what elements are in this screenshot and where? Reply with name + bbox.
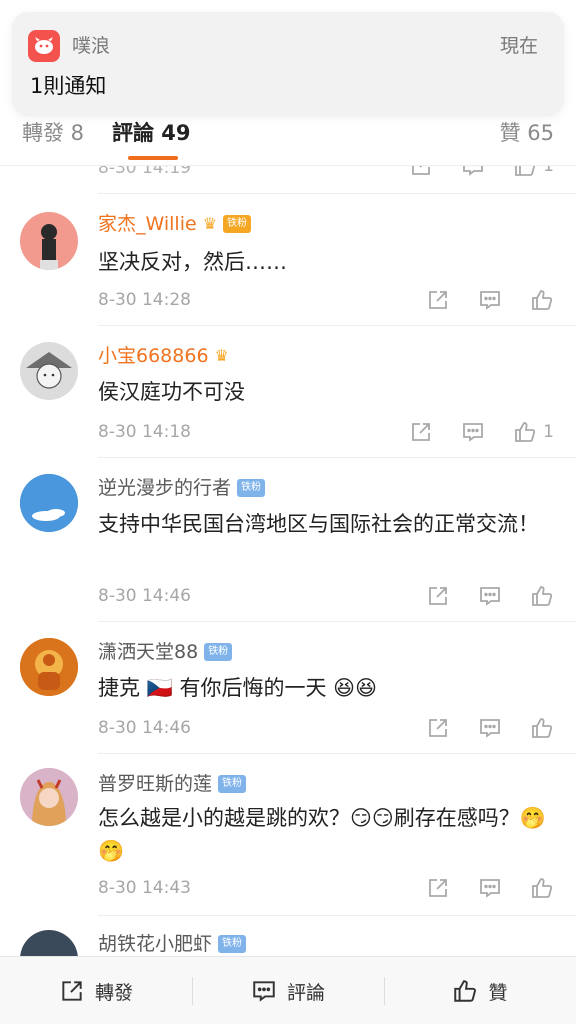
like-button[interactable]: 贊 (384, 957, 576, 1024)
comment-text: 捷克 🇨🇿 有你后悔的一天 😆😆 (98, 676, 377, 700)
comment-item: 家杰_Willie ♛ 铁粉 坚决反对，然后…… 8-30 14:28 (0, 194, 576, 326)
crown-icon: ♛ (202, 214, 218, 233)
comment-time: 8-30 14:46 (98, 586, 191, 606)
repost-icon[interactable] (426, 716, 450, 740)
username-text: 小宝668866 (98, 345, 209, 367)
comment-item: 逆光漫步的行者 铁粉 支持中华民国台湾地区与国际社会的正常交流！ 8-30 14… (0, 458, 576, 622)
tab-comments[interactable]: 評論 49 (112, 116, 191, 150)
like-count: 1 (543, 166, 554, 176)
repost-label: 轉發 (94, 981, 133, 1004)
comment-item: 普罗旺斯的莲 铁粉 怎么越是小的越是跳的欢？😏😏刷存在感吗？🤭🤭 8-30 14… (0, 754, 576, 916)
comment-username[interactable]: 胡铁花小肥虾 铁粉 (98, 930, 247, 956)
avatar[interactable] (20, 638, 78, 696)
repost-icon[interactable] (409, 166, 433, 178)
like-count: 1 (543, 422, 554, 442)
comment-text: 怎么越是小的越是跳的欢？😏😏刷存在感吗？🤭🤭 (98, 806, 546, 863)
comment-time: 8-30 14:28 (98, 290, 191, 310)
notification-time: 現在 (499, 35, 538, 57)
comment-username[interactable]: 家杰_Willie ♛ 铁粉 (98, 210, 252, 238)
repost-icon (62, 981, 82, 1001)
comment-icon[interactable] (478, 584, 502, 608)
repost-button[interactable]: 轉發 (0, 957, 192, 1024)
like-icon[interactable] (530, 876, 554, 900)
avatar[interactable] (20, 342, 78, 400)
username-text: 普罗旺斯的莲 (98, 773, 213, 795)
username-text: 逆光漫步的行者 (98, 477, 232, 499)
like-icon[interactable] (530, 288, 554, 312)
like-icon[interactable] (513, 166, 537, 178)
username-text: 家杰_Willie (98, 213, 197, 235)
comment-username[interactable]: 小宝668866 ♛ (98, 342, 229, 370)
like-icon (454, 980, 477, 1002)
comment-username[interactable]: 逆光漫步的行者 铁粉 (98, 474, 266, 502)
comment-username[interactable]: 潇洒天堂88 铁粉 (98, 638, 233, 666)
plurk-app-icon (28, 30, 60, 62)
avatar[interactable] (20, 474, 78, 532)
comment-label: 評論 (286, 981, 325, 1004)
comment-time: 8-30 14:46 (98, 718, 191, 738)
like-icon[interactable] (530, 716, 554, 740)
tab-likes[interactable]: 贊 65 (500, 116, 554, 150)
fan-badge: 铁粉 (237, 479, 266, 497)
comment-icon[interactable] (478, 876, 502, 900)
comment-time: 8-30 14:18 (98, 422, 191, 442)
like-icon[interactable] (513, 420, 537, 444)
fan-badge: 铁粉 (218, 775, 247, 793)
like-label: 贊 (488, 981, 508, 1004)
comment-item: 胡铁花小肥虾 铁粉 (0, 916, 576, 956)
partial-comment-row: 8-30 14:19 1 (98, 166, 576, 194)
comment-button[interactable]: 評論 (192, 957, 384, 1024)
bottom-action-bar: 轉發 評論 贊 (0, 956, 576, 1024)
tab-repost[interactable]: 轉發 8 (22, 116, 84, 150)
comment-item: 小宝668866 ♛ 侯汉庭功不可没 8-30 14:18 1 (0, 326, 576, 458)
repost-icon[interactable] (409, 420, 433, 444)
comment-time: 8-30 14:19 (98, 166, 191, 178)
comment-icon[interactable] (478, 288, 502, 312)
fan-badge: 铁粉 (223, 215, 252, 233)
avatar[interactable] (20, 768, 78, 826)
username-text: 胡铁花小肥虾 (98, 933, 213, 955)
comment-icon[interactable] (478, 716, 502, 740)
crown-icon: ♛ (214, 346, 229, 365)
notification-body: 1則通知 (30, 74, 107, 98)
avatar[interactable] (20, 930, 78, 956)
repost-icon[interactable] (426, 584, 450, 608)
comment-icon[interactable] (461, 166, 485, 178)
like-icon[interactable] (530, 584, 554, 608)
repost-icon[interactable] (426, 876, 450, 900)
fan-badge: 铁粉 (204, 643, 233, 661)
comment-item: 潇洒天堂88 铁粉 捷克 🇨🇿 有你后悔的一天 😆😆 8-30 14:46 (0, 622, 576, 754)
avatar[interactable] (20, 212, 78, 270)
comment-time: 8-30 14:43 (98, 878, 191, 898)
notification-banner[interactable]: 噗浪 現在 1則通知 (12, 12, 564, 116)
comment-text: 侯汉庭功不可没 (98, 380, 245, 404)
fan-badge: 铁粉 (218, 935, 247, 953)
tab-bar: 轉發 8 評論 49 贊 65 (0, 116, 576, 166)
repost-icon[interactable] (426, 288, 450, 312)
comment-username[interactable]: 普罗旺斯的莲 铁粉 (98, 770, 247, 798)
comment-icon[interactable] (461, 420, 485, 444)
username-text: 潇洒天堂88 (98, 641, 199, 663)
comment-icon (253, 981, 275, 1002)
active-tab-indicator (128, 156, 178, 160)
comment-text: 坚决反对，然后…… (98, 250, 287, 274)
comment-text: 支持中华民国台湾地区与国际社会的正常交流！ (98, 512, 539, 536)
notification-app-name: 噗浪 (72, 35, 111, 57)
